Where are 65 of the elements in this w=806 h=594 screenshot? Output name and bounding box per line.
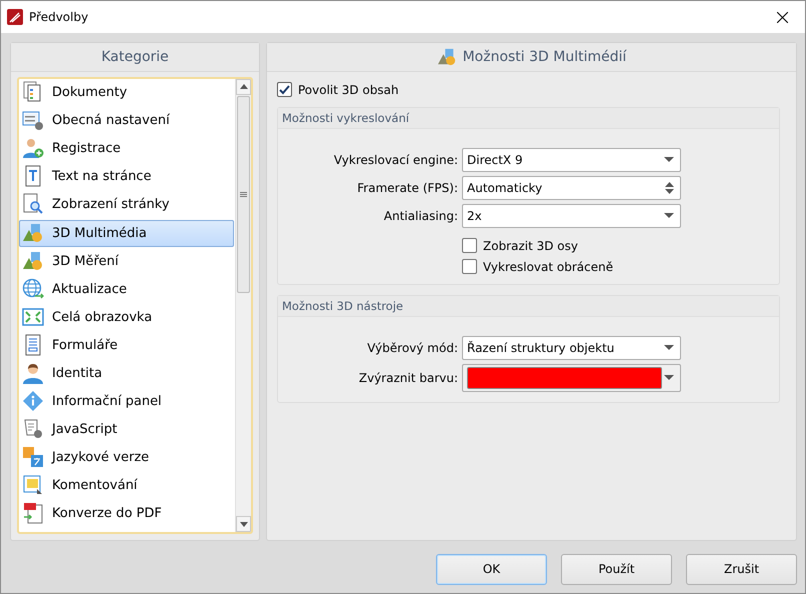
language-icon (22, 446, 44, 468)
spin-field[interactable]: Automaticky (462, 176, 681, 200)
close-icon (776, 12, 788, 22)
category-item[interactable]: Text na stránce (19, 162, 235, 190)
scroll-down-icon (240, 522, 248, 526)
group-title: Možnosti 3D nástroje (282, 299, 404, 313)
checkbox-label: Vykreslovat obráceně (483, 260, 614, 274)
dialog-button[interactable]: OK (436, 554, 547, 584)
scrollbar[interactable] (235, 78, 251, 532)
field-label: Framerate (FPS): (356, 181, 459, 195)
comments-icon (22, 474, 44, 496)
fullscreen-icon (22, 306, 44, 328)
category-item[interactable]: Celá obrazovka (19, 304, 235, 331)
category-item[interactable]: Informační panel (19, 388, 235, 415)
user-add-icon (22, 137, 44, 160)
app-logo-icon (7, 9, 23, 25)
field-label: Vykreslovací engine: (332, 153, 459, 167)
category-item[interactable]: Zobrazení stránky (19, 190, 235, 218)
panel-title: Kategorie (101, 48, 169, 65)
info-icon (22, 390, 44, 412)
shapes-icon (22, 250, 44, 272)
checkbox[interactable] (277, 82, 292, 97)
dropdown-field[interactable]: DirectX 9 (462, 148, 681, 172)
panel-title: Možnosti 3D Multimédií (462, 49, 626, 65)
checkbox[interactable] (462, 259, 477, 274)
dropdown-field[interactable]: 2x (462, 204, 681, 228)
category-item[interactable]: Konverze do PDF (19, 500, 235, 527)
category-item[interactable]: 3D Měření (19, 248, 235, 275)
page-zoom-icon (22, 193, 44, 216)
spin-arrows-icon (665, 181, 674, 195)
settings-window-icon (22, 109, 44, 132)
category-item[interactable]: Registrace (19, 134, 235, 162)
dropdown-arrow-icon (664, 375, 674, 381)
checkbox-label: Zobrazit 3D osy (483, 238, 578, 252)
field-label: Antialiasing: (382, 209, 459, 223)
dropdown-field[interactable]: Řazení struktury objektu (462, 336, 681, 360)
category-item[interactable]: Aktualizace (19, 276, 235, 303)
color-picker[interactable] (462, 364, 681, 392)
user-icon (22, 362, 44, 384)
grip-icon (240, 192, 247, 197)
category-item[interactable]: Dokumenty (19, 78, 235, 106)
dialog-button[interactable]: Použít (561, 554, 672, 584)
category-item[interactable]: Identita (19, 360, 235, 387)
checkbox[interactable] (462, 238, 477, 253)
checkbox-label: Povolit 3D obsah (298, 82, 399, 96)
category-item[interactable]: Komentování (19, 472, 235, 499)
field-label: Zvýraznit barvu: (358, 371, 459, 385)
category-item[interactable]: Jazykové verze (19, 444, 235, 471)
pdf-convert-icon (22, 502, 44, 524)
scroll-up-icon (240, 84, 248, 90)
dialog-button[interactable]: Zrušit (686, 554, 797, 584)
field-label: Výběrový mód: (366, 341, 459, 355)
shapes-icon (22, 222, 44, 244)
window-title: Předvolby (29, 10, 90, 24)
group-title: Možnosti vykreslování (282, 111, 410, 125)
category-item[interactable]: Formuláře (19, 332, 235, 359)
category-item[interactable]: 3D Multimédia (19, 220, 234, 247)
globe-icon (22, 278, 44, 300)
dropdown-arrow-icon (664, 213, 674, 219)
script-gear-icon (22, 418, 44, 440)
category-item[interactable]: Obecná nastavení (19, 106, 235, 134)
dropdown-arrow-icon (664, 157, 674, 163)
category-item[interactable]: JavaScript (19, 416, 235, 443)
shapes-icon (436, 48, 457, 66)
dropdown-arrow-icon (664, 345, 674, 351)
